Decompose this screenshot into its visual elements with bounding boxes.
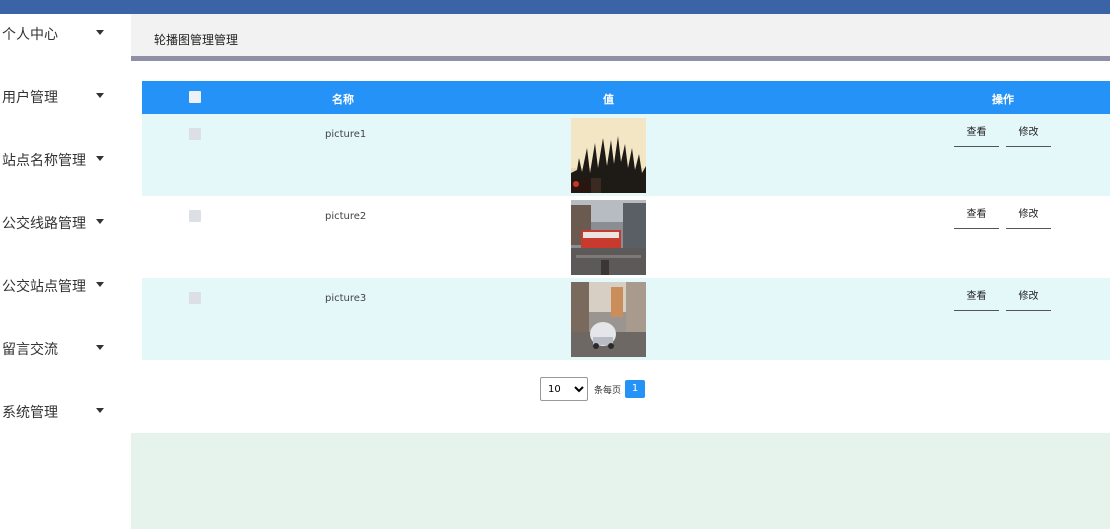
row-name: picture2 [325,211,367,222]
sidebar-item-bus-route-management[interactable]: 公交线路管理 [0,203,131,243]
column-header-name[interactable]: 名称 [332,91,354,107]
row-checkbox[interactable] [189,128,201,140]
sidebar-item-label: 系统管理 [2,405,58,421]
sidebar-item-label: 公交线路管理 [2,216,86,232]
row-checkbox[interactable] [189,292,201,304]
data-table: 名称 值 操作 picture1 查看 修改 picture2 查看 修改 pi… [142,81,1110,360]
row-checkbox[interactable] [189,210,201,222]
caret-down-icon [96,282,104,287]
caret-down-icon [96,93,104,98]
silhouette-image-icon [571,118,646,193]
sidebar-item-system-management[interactable]: 系统管理 [0,392,131,432]
table-row: picture1 查看 修改 [142,114,1110,196]
per-page-label: 条每页 [594,385,622,396]
breadcrumb: 轮播图管理管理 [131,14,1110,56]
row-name: picture3 [325,293,367,304]
table-row: picture2 查看 修改 [142,196,1110,278]
column-header-actions: 操作 [992,93,1014,106]
edit-button[interactable]: 修改 [1006,208,1051,229]
column-header-value: 值 [603,93,614,106]
table-header: 名称 值 操作 [142,81,1110,114]
caret-down-icon [96,408,104,413]
top-bar [0,0,1110,14]
sidebar: 个人中心 用户管理 站点名称管理 公交线路管理 公交站点管理 留言交流 系统管理 [0,14,131,529]
page-size-select[interactable]: 10 [540,377,588,401]
sidebar-item-label: 公交站点管理 [2,279,86,295]
sidebar-item-label: 个人中心 [2,27,58,43]
page-number-button[interactable]: 1 [625,380,646,398]
sidebar-item-bus-stop-management[interactable]: 公交站点管理 [0,266,131,306]
sidebar-item-label: 用户管理 [2,90,58,106]
sidebar-item-user-management[interactable]: 用户管理 [0,77,131,117]
view-button[interactable]: 查看 [954,208,999,229]
sidebar-item-messages[interactable]: 留言交流 [0,329,131,369]
table-row: picture3 查看 修改 [142,278,1110,360]
caret-down-icon [96,30,104,35]
caret-down-icon [96,219,104,224]
view-button[interactable]: 查看 [954,290,999,311]
bus-street-image-icon [571,200,646,275]
sidebar-item-label: 留言交流 [2,342,58,358]
pagination: 10 条每页 1 [540,377,646,401]
caret-down-icon [96,156,104,161]
divider [131,56,1110,61]
sidebar-item-station-name-management[interactable]: 站点名称管理 [0,140,131,180]
sidebar-item-label: 站点名称管理 [2,153,86,169]
edit-button[interactable]: 修改 [1006,290,1051,311]
view-button[interactable]: 查看 [954,126,999,147]
sidebar-item-personal-center[interactable]: 个人中心 [0,14,131,54]
edit-button[interactable]: 修改 [1006,126,1051,147]
caret-down-icon [96,345,104,350]
footer-band [131,433,1110,529]
car-street-image-icon [571,282,646,357]
row-name: picture1 [325,129,367,140]
select-all-checkbox[interactable] [189,91,201,103]
page-title: 轮播图管理管理 [154,33,239,47]
